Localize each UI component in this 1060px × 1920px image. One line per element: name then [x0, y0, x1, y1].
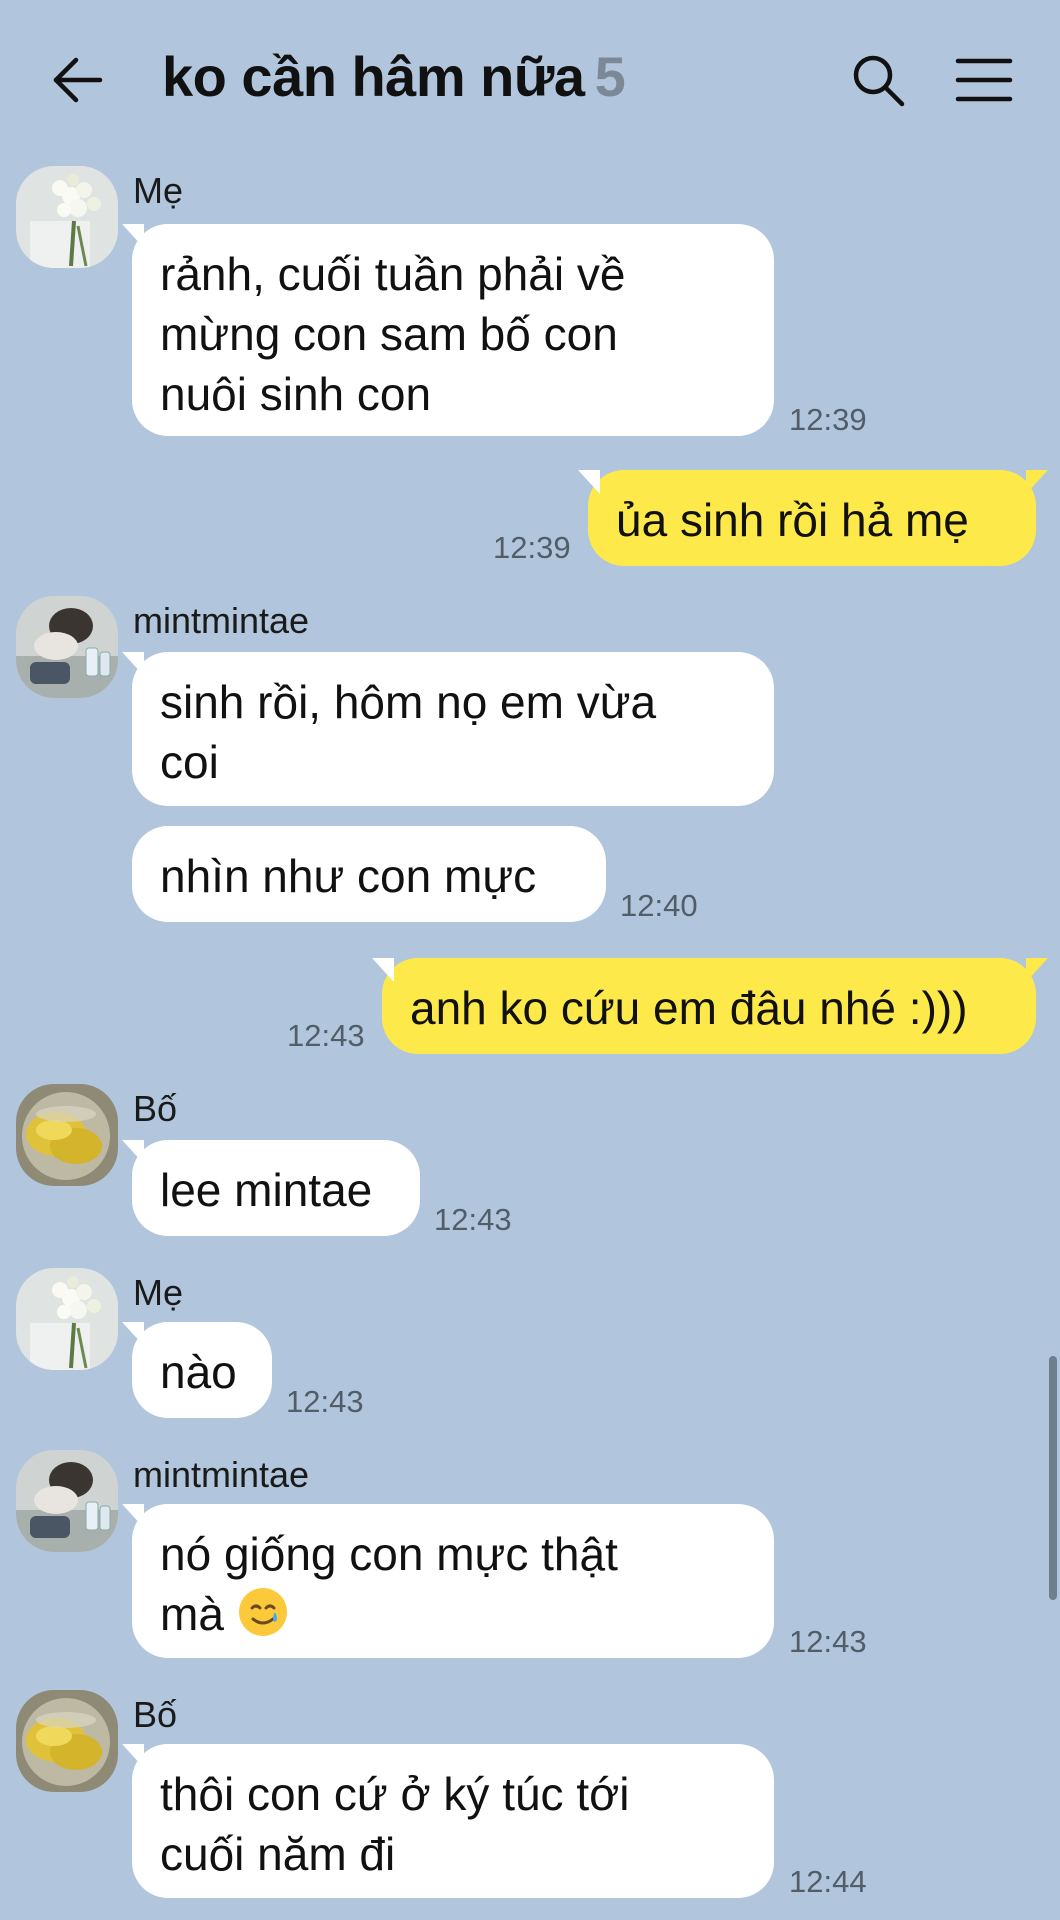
menu-icon[interactable]: [955, 55, 1013, 105]
message-bubble[interactable]: thôi con cứ ở ký túc tới cuối năm đi: [122, 1744, 774, 1898]
chat-header: ko cần hâm nữa 5: [0, 0, 1060, 160]
sender-name: Mẹ: [133, 1272, 184, 1313]
avatar-me-flowers[interactable]: [16, 1268, 118, 1370]
message-time: 12:39: [789, 402, 867, 437]
sender-name: Mẹ: [133, 170, 184, 211]
message-time: 12:39: [493, 530, 571, 565]
message-time: 12:43: [434, 1202, 512, 1237]
smiling-face-with-tear-icon: [238, 1588, 287, 1636]
avatar-bo-lemon[interactable]: [16, 1084, 118, 1186]
chat-title: ko cần hâm nữa 5: [162, 44, 626, 109]
avatar-mintmintae[interactable]: [16, 1450, 118, 1552]
scrollbar[interactable]: [1049, 1356, 1057, 1600]
sender-name: mintmintae: [133, 600, 310, 641]
avatar-me-flowers[interactable]: [16, 166, 118, 268]
message-time: 12:40: [620, 888, 698, 923]
sender-name: Bố: [133, 1088, 178, 1129]
message-bubble[interactable]: nhìn như con mực: [132, 826, 606, 922]
message-text: nó giống con mực thật mà: [160, 1528, 618, 1640]
sender-name: mintmintae: [133, 1454, 310, 1495]
chat-room-name: ko cần hâm nữa: [162, 45, 585, 108]
avatar-bo-lemon[interactable]: [16, 1690, 118, 1792]
message-bubble[interactable]: nào: [122, 1322, 272, 1418]
message-bubble[interactable]: rảnh, cuối tuần phải về mừng con sam bố …: [122, 224, 774, 436]
back-arrow-icon[interactable]: [48, 50, 108, 110]
message-time: 12:44: [789, 1864, 867, 1899]
avatar-mintmintae[interactable]: [16, 596, 118, 698]
search-icon[interactable]: [850, 52, 906, 108]
message-bubble[interactable]: sinh rồi, hôm nọ em vừa coi: [122, 652, 774, 806]
message-bubble[interactable]: lee mintae: [122, 1140, 420, 1236]
outgoing-message-bubble[interactable]: ủa sinh rồi hả mẹ: [578, 470, 1048, 566]
member-count: 5: [594, 45, 626, 108]
message-time: 12:43: [789, 1624, 867, 1659]
sender-name: Bố: [133, 1694, 178, 1735]
outgoing-message-bubble[interactable]: anh ko cứu em đâu nhé :))): [372, 958, 1048, 1054]
message-bubble[interactable]: nó giống con mực thật mà: [122, 1504, 774, 1658]
message-time: 12:43: [286, 1384, 364, 1419]
message-time: 12:43: [287, 1018, 365, 1053]
